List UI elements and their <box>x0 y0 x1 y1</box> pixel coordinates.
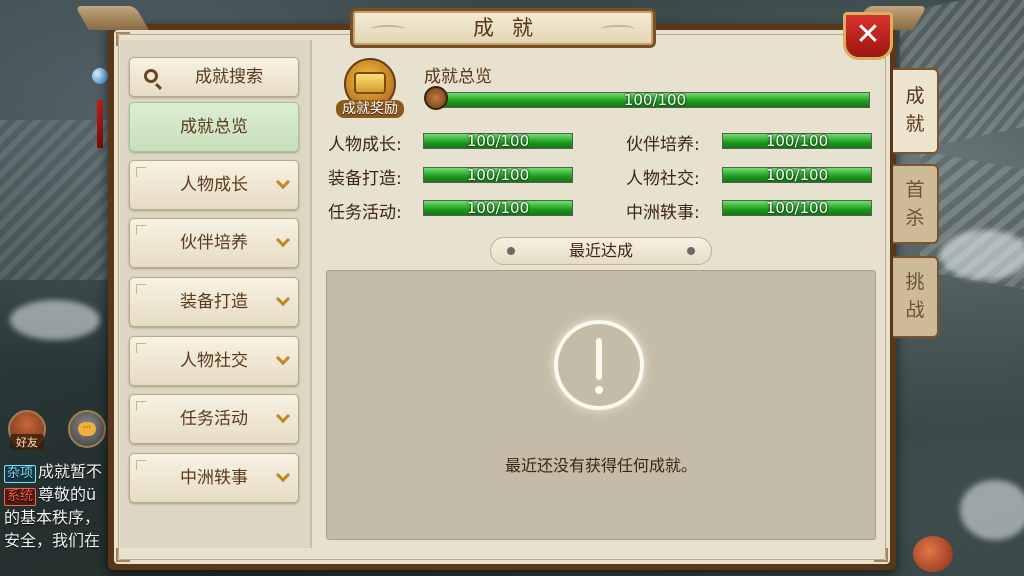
menu-item-equipment[interactable]: 装备打造 <box>129 277 299 327</box>
total-progress-bar: 100/100 <box>440 92 870 108</box>
stat-bar-social: 100/100 <box>722 167 872 183</box>
chat-tag-misc: 杂项 <box>4 465 37 483</box>
window-title-plate: 成就 <box>350 8 656 48</box>
stat-bar-partner: 100/100 <box>722 133 872 149</box>
achievement-search-button[interactable]: 成就搜索 <box>129 57 299 97</box>
chat-line: 的基本秩序， <box>4 508 101 527</box>
bead-icon <box>92 68 108 84</box>
menu-item-label: 中洲轶事 <box>180 468 248 488</box>
reward-label: 成就奖励 <box>336 100 404 118</box>
stat-bar-growth: 100/100 <box>423 133 573 149</box>
stat-label-partner: 伙伴培养: <box>626 135 700 155</box>
menu-item-label: 任务活动 <box>180 409 248 429</box>
progress-value: 100/100 <box>466 166 530 184</box>
chat-line: 安全，我们在 <box>4 531 101 550</box>
overview-title: 成就总览 <box>424 67 492 87</box>
progress-value: 100/100 <box>765 166 829 184</box>
stat-bar-quests: 100/100 <box>423 200 573 216</box>
stat-label-quests: 任务活动: <box>328 203 402 223</box>
exclamation-icon <box>554 320 644 410</box>
menu-item-label: 装备打造 <box>180 292 248 312</box>
stat-label-equipment: 装备打造: <box>328 169 402 189</box>
recent-header: 最近达成 <box>490 237 712 265</box>
tab-achievements[interactable]: 成就 <box>893 68 939 154</box>
chat-text: 尊敬的ü <box>38 485 97 504</box>
corner-ornament <box>874 548 888 562</box>
tab-first-kill[interactable]: 首杀 <box>893 164 939 244</box>
snow-patch <box>940 230 1024 280</box>
tab-challenge[interactable]: 挑战 <box>893 256 939 338</box>
stat-label-social: 人物社交: <box>626 169 700 189</box>
menu-item-label: 成就总览 <box>180 117 248 137</box>
stat-label-growth: 人物成长: <box>328 135 402 155</box>
progress-value: 100/100 <box>623 91 687 109</box>
menu-item-anecdotes[interactable]: 中洲轶事 <box>129 453 299 503</box>
close-button[interactable]: ✕ <box>843 12 893 60</box>
progress-value: 100/100 <box>765 132 829 150</box>
menu-item-social[interactable]: 人物社交 <box>129 336 299 386</box>
progress-value: 100/100 <box>466 132 530 150</box>
snow-patch <box>10 300 100 340</box>
chat-line: 杂项 成就暂不 <box>4 460 114 483</box>
achievement-reward-button[interactable]: 成就奖励 <box>336 58 404 118</box>
tab-label: 挑战 <box>905 271 925 321</box>
menu-item-quests[interactable]: 任务活动 <box>129 394 299 444</box>
search-icon <box>144 69 158 83</box>
stat-label-anecdotes: 中洲轶事: <box>626 203 700 223</box>
chat-line: 系统 尊敬的ü <box>4 483 114 506</box>
chat-tag-system: 系统 <box>4 488 37 506</box>
empty-message: 最近还没有获得任何成就。 <box>504 456 697 475</box>
chat-log[interactable]: 杂项 成就暂不 系统 尊敬的ü 的基本秩序， 安全，我们在 <box>4 460 114 552</box>
tassel-icon <box>97 100 103 148</box>
progress-value: 100/100 <box>765 199 829 217</box>
snow-patch <box>960 480 1024 540</box>
friend-button[interactable]: 好友 <box>8 410 46 450</box>
friend-label: 好友 <box>10 434 44 450</box>
window-title: 成就 <box>473 16 551 40</box>
stat-bar-equipment: 100/100 <box>423 167 573 183</box>
menu-item-growth[interactable]: 人物成长 <box>129 160 299 210</box>
medal-icon <box>424 86 448 110</box>
stat-bar-anecdotes: 100/100 <box>722 200 872 216</box>
chat-button[interactable]: ··· <box>68 410 106 448</box>
tab-label: 首杀 <box>905 179 925 229</box>
menu-item-label: 人物社交 <box>180 351 248 371</box>
menu-item-overview[interactable]: 成就总览 <box>129 102 299 152</box>
close-icon: ✕ <box>855 17 881 52</box>
menu-item-label: 人物成长 <box>180 175 248 195</box>
search-label: 成就搜索 <box>195 67 263 87</box>
chat-bubble-icon: ··· <box>78 422 96 436</box>
menu-item-partner[interactable]: 伙伴培养 <box>129 218 299 268</box>
corner-ornament <box>116 548 130 562</box>
progress-value: 100/100 <box>466 199 530 217</box>
tab-label: 成就 <box>905 85 925 135</box>
lantern-icon <box>913 536 953 572</box>
chat-text: 成就暂不 <box>38 462 103 481</box>
chest-lid-icon <box>354 72 386 94</box>
menu-item-label: 伙伴培养 <box>180 233 248 253</box>
